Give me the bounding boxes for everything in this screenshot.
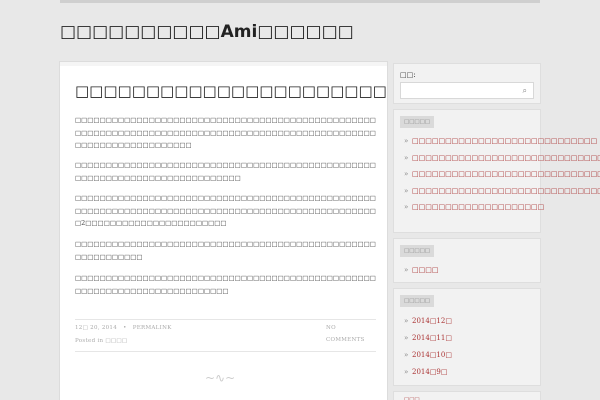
list-item[interactable]: 2014□12□	[404, 317, 534, 326]
recent-posts-widget: □□□□□ □□□□□□□□□□□□□□□□□□□□□□□□□□□□ □□□□□…	[394, 110, 600, 232]
comments-link[interactable]: NO COMMENTS	[326, 322, 365, 346]
post-date: 12□ 20, 2014	[75, 325, 118, 331]
list-item[interactable]: □□□□	[404, 266, 534, 275]
list-item[interactable]: □□□□□□□□□□□□□□□□□□□□□□□□□□□□□□	[404, 154, 600, 163]
archives-list: 2014□12□ 2014□11□ 2014□10□ 2014□9□	[404, 317, 534, 377]
post-paragraph: □□□□□□□□□□□□□□□□□□□□□□□□□□□□□□□□□□□□□□□□…	[75, 161, 376, 182]
top-bar	[60, 0, 540, 3]
widget-title: □□□	[404, 397, 420, 400]
list-item[interactable]: □□□□□□□□□□□□□□□□□□□□□□□□□□□□□□	[404, 187, 600, 196]
search-label: □□:	[400, 71, 416, 79]
widget-title: □□□□□	[400, 295, 434, 307]
list-item[interactable]: 2014□10□	[404, 351, 534, 360]
list-item[interactable]: □□□□□□□□□□□□□□□□□□□□	[404, 203, 544, 212]
list-item[interactable]: □□□□□□□□□□□□□□□□□□□□□□□□□□□□	[404, 137, 597, 146]
recent-posts-list: □□□□□□□□□□□□□□□□□□□□□□□□□□□□ □□□□□□□□□□□…	[404, 137, 600, 212]
post-paragraph: □□□□□□□□□□□□□□□□□□□□□□□□□□□□□□□□□□□□□□□□…	[75, 116, 376, 149]
permalink-link[interactable]: PERMALINK	[133, 325, 172, 331]
search-input[interactable]: ⌕	[400, 82, 534, 99]
meta-bullet: •	[123, 325, 127, 331]
site-title[interactable]: □□□□□□□□□□Ami□□□□□□	[60, 22, 354, 42]
bottom-widget: □□□	[394, 392, 540, 400]
categories-list: □□□□	[404, 266, 534, 275]
list-item[interactable]: □□□□□□□□□□□□□□□□□□□□□□□□□□□□□	[404, 170, 600, 179]
post-title[interactable]: □□□□□□□□□□□□□□□□□□□□□□□□□□□□□□□□	[75, 82, 387, 100]
list-item[interactable]: 2014□11□	[404, 334, 534, 343]
post-article: □□□□□□□□□□□□□□□□□□□□□□ □□□□□□□□□□ □□□□□□□…	[60, 62, 387, 400]
post-paragraph: □□□□□□□□□□□□□□□□□□□□□□□□□□□□□□□□□□□□□□□□…	[75, 240, 376, 261]
widget-title: □□□□□	[400, 245, 434, 257]
post-category[interactable]: Posted in □□□□	[75, 338, 127, 344]
comments-line-2: COMMENTS	[326, 337, 365, 343]
search-widget: □□: ⌕	[394, 64, 540, 103]
post-paragraph: □□□□□□□□□□□□□□□□□□□□□□□□□□□□□□□□□□□□□□□□…	[75, 194, 376, 227]
post-paragraph: □□□□□□□□□□□□□□□□□□□□□□□□□□□□□□□□□□□□□□□□…	[75, 274, 376, 295]
archives-widget: □□□□□ 2014□12□ 2014□11□ 2014□10□ 2014□9□	[394, 289, 540, 385]
divider	[75, 319, 376, 320]
divider	[75, 351, 376, 352]
comments-line-1: NO	[326, 325, 336, 331]
categories-widget: □□□□□ □□□□	[394, 239, 540, 282]
list-item[interactable]: 2014□9□	[404, 368, 534, 377]
post-meta: 12□ 20, 2014 • PERMALINK	[75, 325, 172, 331]
search-icon[interactable]: ⌕	[523, 86, 527, 96]
ornament-icon: ~∿~	[205, 371, 236, 385]
widget-title: □□□□□	[400, 116, 434, 128]
